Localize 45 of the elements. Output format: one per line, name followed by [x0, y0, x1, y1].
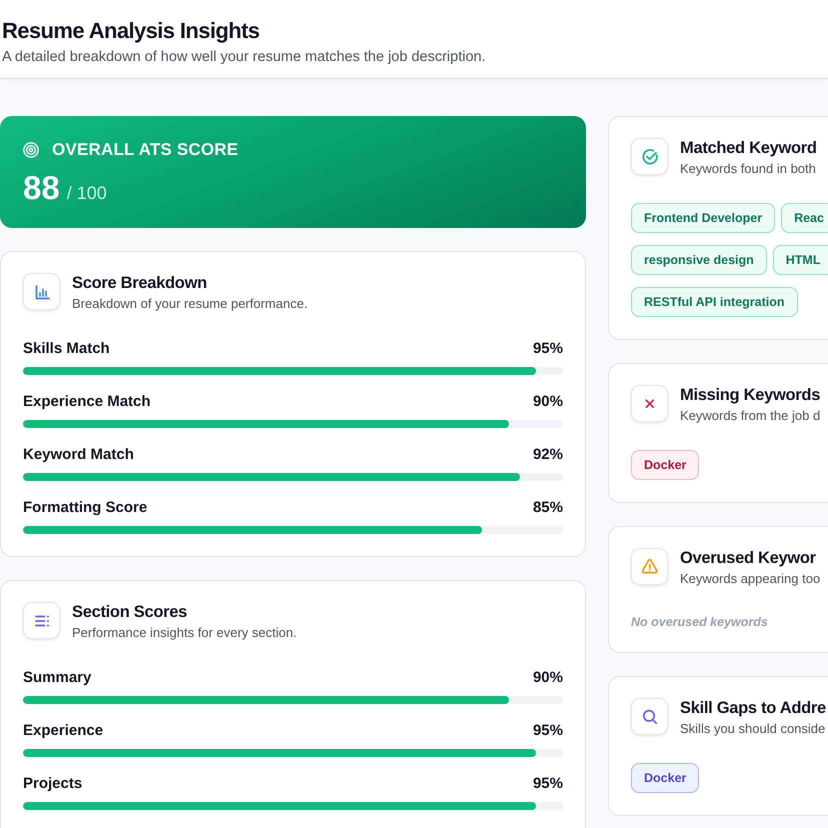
metric-label: Keyword Match: [23, 445, 134, 465]
bar-chart-icon: [23, 273, 60, 310]
keyword-tag: Frontend Developer: [631, 203, 776, 233]
score-max: / 100: [66, 182, 107, 204]
card-title: Skill Gaps to Addre: [680, 698, 826, 718]
metric-value: 95%: [532, 339, 563, 359]
metric-label: Experience: [23, 721, 104, 741]
card-title: Overused Keywor: [680, 548, 817, 568]
metric-value: 90%: [532, 392, 563, 412]
cross-icon: [631, 385, 668, 422]
keyword-tag: responsive design: [631, 245, 767, 275]
card-subtitle: Performance insights for every section.: [72, 625, 297, 641]
metric-value: 90%: [532, 668, 563, 688]
card-subtitle: Breakdown of your resume performance.: [72, 296, 308, 312]
metric-label: Summary: [23, 668, 92, 688]
empty-note: No overused keywords: [631, 614, 769, 630]
keyword-tag: Docker: [631, 450, 700, 480]
card-subtitle: Keywords from the job d: [680, 408, 820, 424]
metric-value: 95%: [532, 721, 563, 741]
metric-value: 85%: [532, 498, 563, 518]
metric-label: Skills Match: [23, 339, 110, 359]
score-label: OVERALL ATS SCORE: [52, 140, 238, 160]
keyword-tag: Docker: [631, 763, 700, 793]
card-subtitle: Keywords appearing too: [680, 571, 820, 587]
card-title: Matched Keyword: [680, 138, 817, 158]
target-icon: [23, 142, 39, 158]
keyword-tag: HTML: [772, 245, 828, 275]
search-icon: [631, 698, 668, 735]
keyword-tag: RESTful API integration: [631, 287, 798, 317]
card-title: Score Breakdown: [72, 273, 208, 293]
metric-label: Formatting Score: [23, 498, 148, 518]
card-subtitle: Skills you should conside: [680, 721, 826, 737]
metric-label: Projects: [23, 774, 82, 794]
list-icon: [23, 602, 60, 639]
page-subtitle: A detailed breakdown of how well your resume matches the job description.: [2, 48, 487, 66]
card-title: Missing Keywords: [680, 385, 820, 405]
score-value: 88: [23, 168, 60, 208]
page-title: Resume Analysis Insights: [2, 18, 260, 44]
warning-icon: [631, 548, 668, 585]
metric-label: Experience Match: [23, 392, 151, 412]
metric-value: 92%: [532, 445, 563, 465]
metric-value: 95%: [532, 774, 563, 794]
card-title: Section Scores: [72, 602, 188, 622]
card-subtitle: Keywords found in both: [680, 161, 817, 177]
keyword-tag: Reac: [781, 203, 828, 233]
